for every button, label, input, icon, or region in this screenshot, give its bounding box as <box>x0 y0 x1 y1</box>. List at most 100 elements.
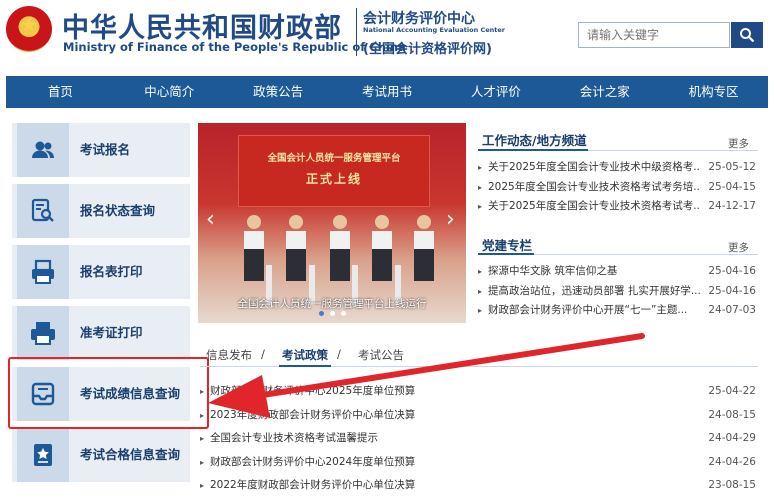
ministry-title-en: Ministry of Finance of the People's Repu… <box>63 40 406 54</box>
sidebar-item-exam-registration[interactable]: 考试报名 <box>12 123 190 177</box>
list-item[interactable]: ▸ 2022年度财政部会计财务评价中心单位决算 23-08-15 <box>200 474 756 498</box>
item-title[interactable]: 关于2025年度全国会计专业技术资格考试考... <box>488 197 700 217</box>
main-nav: 首页 中心简介 政策公告 考试用书 人才评价 会计之家 机构专区 <box>6 76 768 108</box>
page: 中华人民共和国财政部 Ministry of Finance of the Pe… <box>0 0 774 500</box>
item-date: 24-08-15 <box>708 408 756 421</box>
slide-person <box>286 215 306 281</box>
bullet-icon: ▸ <box>478 182 483 192</box>
work-section-title[interactable]: 工作动态/地方频道 <box>482 130 587 149</box>
item-title[interactable]: 提高政治站位，迅速动员部署 扎实开展好学... <box>488 282 700 302</box>
slide-person <box>244 215 264 281</box>
nav-home[interactable]: 首页 <box>6 76 115 108</box>
bullet-icon: ▸ <box>478 286 483 296</box>
tab-separator: / <box>261 347 265 361</box>
sidebar: 考试报名 报名状态查询 报名表打印 准考证打印 考试成绩信息查询 考试合格信息查询 <box>12 123 190 489</box>
bullet-icon: ▸ <box>200 457 205 467</box>
bullet-icon: ▸ <box>200 387 205 396</box>
list-item[interactable]: ▸ 2023年度财政部会计财务评价中心单位决算 24-08-15 <box>200 404 756 428</box>
item-date: 23-08-15 <box>708 479 756 491</box>
sidebar-item-label: 报名表打印 <box>80 264 143 279</box>
search-icon <box>740 28 755 43</box>
print-form-icon <box>17 245 69 299</box>
carousel-next-icon[interactable]: › <box>446 209 455 231</box>
bullet-icon: ▸ <box>478 267 483 276</box>
news-item[interactable]: ▸ 探源中华文脉 筑牢信仰之基 25-04-16 <box>478 262 756 282</box>
list-item[interactable]: ▸ 全国会计专业技术资格考试温馨提示 24-04-29 <box>200 427 756 451</box>
party-section-underline <box>478 253 534 255</box>
item-date: 24-04-29 <box>708 432 756 444</box>
carousel[interactable]: 全国会计人员统一服务管理平台 正式上线 ‹ › 全国会计人员统一服务管理平台上线… <box>198 123 466 323</box>
sidebar-item-qualified-query[interactable]: 考试合格信息查询 <box>12 428 190 482</box>
item-date: 25-04-16 <box>708 284 756 297</box>
item-title[interactable]: 财政部会计财务评价中心2024年度单位预算 <box>210 451 415 475</box>
carousel-prev-icon[interactable]: ‹ <box>206 209 215 231</box>
list-item[interactable]: ▸ 财政部会计财务评价中心2025年度单位预算 25-04-22 <box>200 380 756 404</box>
list-item[interactable]: ▸ 财政部会计财务评价中心2024年度单位预算 24-04-26 <box>200 451 756 475</box>
item-date: 24-12-17 <box>708 200 756 212</box>
carousel-dot[interactable] <box>329 311 335 316</box>
sidebar-item-admission-ticket[interactable]: 准考证打印 <box>12 306 190 360</box>
item-title[interactable]: 2025年度全国会计专业技术资格考试考务培... <box>488 178 700 198</box>
sidebar-item-label: 准考证打印 <box>80 325 143 340</box>
bullet-icon: ▸ <box>478 306 483 315</box>
tab-info-release[interactable]: 信息发布 <box>206 347 252 363</box>
item-title[interactable]: 关于2025年度全国会计专业技术中级资格考... <box>488 158 700 178</box>
nav-exam-books[interactable]: 考试用书 <box>333 76 442 108</box>
tab-separator: / <box>337 347 341 361</box>
search-input[interactable] <box>578 22 730 48</box>
slide-person <box>372 215 392 281</box>
active-tab-underline <box>279 365 331 367</box>
nav-center-intro[interactable]: 中心简介 <box>115 76 224 108</box>
item-title[interactable]: 2022年度财政部会计财务评价中心单位决算 <box>210 474 415 498</box>
carousel-dots <box>198 311 466 316</box>
slide-person <box>414 215 434 281</box>
printer-icon <box>17 306 69 360</box>
nav-institution[interactable]: 机构专区 <box>659 76 768 108</box>
nav-talent[interactable]: 人才评价 <box>441 76 550 108</box>
certificate-icon <box>17 428 69 482</box>
sidebar-item-form-print[interactable]: 报名表打印 <box>12 245 190 299</box>
news-item[interactable]: ▸ 提高政治站位，迅速动员部署 扎实开展好学... 25-04-16 <box>478 282 756 302</box>
policy-list: ▸ 财政部会计财务评价中心2025年度单位预算 25-04-22 ▸ 2023年度财政部… <box>200 380 756 498</box>
item-title[interactable]: 财政部会计财务评价中心2025年度单位预算 <box>210 380 415 404</box>
search-button[interactable] <box>731 22 763 48</box>
header-divider <box>356 8 357 56</box>
center-title: 会计财务评价中心 <box>363 11 475 27</box>
work-news-list: ▸ 关于2025年度全国会计专业技术中级资格考... 25-05-12 ▸ 2025年度… <box>478 158 756 217</box>
news-item[interactable]: ▸ 关于2025年度全国会计专业技术中级资格考... 25-05-12 <box>478 158 756 178</box>
national-emblem-logo <box>6 6 52 52</box>
carousel-dot[interactable] <box>318 311 324 316</box>
item-title[interactable]: 财政部会计财务评价中心开展“七一”主题... <box>488 301 700 321</box>
nav-accountant-home[interactable]: 会计之家 <box>550 76 659 108</box>
highlight-annotation-box <box>8 357 209 429</box>
bullet-icon: ▸ <box>478 202 483 211</box>
news-item[interactable]: ▸ 2025年度全国会计专业技术资格考试考务培... 25-04-15 <box>478 178 756 198</box>
item-date: 24-07-03 <box>708 304 756 316</box>
users-icon <box>17 123 69 177</box>
news-item[interactable]: ▸ 财政部会计财务评价中心开展“七一”主题... 24-07-03 <box>478 301 756 321</box>
tab-exam-policy[interactable]: 考试政策 <box>282 347 328 363</box>
sidebar-item-registration-status[interactable]: 报名状态查询 <box>12 184 190 238</box>
work-more-link[interactable]: 更多 <box>728 136 749 151</box>
carousel-dot[interactable] <box>340 311 346 316</box>
party-more-link[interactable]: 更多 <box>728 240 749 255</box>
work-section-underline <box>478 149 588 151</box>
item-title[interactable]: 2023年度财政部会计财务评价中心单位决算 <box>210 404 415 428</box>
bullet-icon: ▸ <box>200 434 205 443</box>
nav-policy[interactable]: 政策公告 <box>224 76 333 108</box>
slide-banner-line1: 全国会计人员统一服务管理平台 <box>267 153 401 164</box>
bullet-icon: ▸ <box>200 481 205 490</box>
item-date: 25-04-22 <box>708 385 756 397</box>
center-subtitle: (全国会计资格评价网) <box>363 42 492 57</box>
item-title[interactable]: 全国会计专业技术资格考试温馨提示 <box>210 427 378 451</box>
item-date: 24-04-26 <box>708 455 756 468</box>
party-section-title[interactable]: 党建专栏 <box>482 235 532 254</box>
item-date: 25-04-15 <box>708 180 756 193</box>
tab-exam-notice[interactable]: 考试公告 <box>358 347 404 363</box>
item-title[interactable]: 探源中华文脉 筑牢信仰之基 <box>488 262 700 282</box>
bullet-icon: ▸ <box>200 410 205 420</box>
news-item[interactable]: ▸ 关于2025年度全国会计专业技术资格考试考... 24-12-17 <box>478 197 756 217</box>
item-date: 25-04-16 <box>708 265 756 277</box>
center-title-en: National Accounting Evaluation Center <box>363 26 505 34</box>
slide-banner-line2: 正式上线 <box>305 172 362 186</box>
